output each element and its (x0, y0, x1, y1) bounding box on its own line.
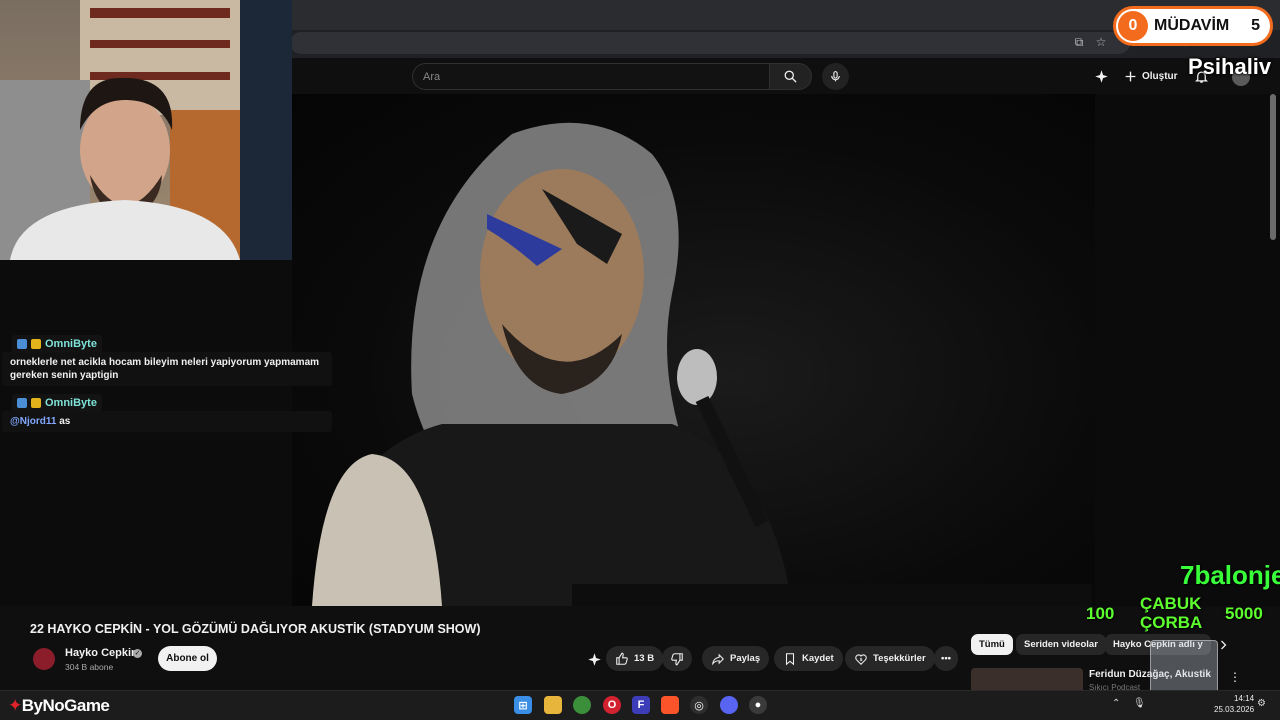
bookmark-star-icon[interactable]: ☆ (1094, 35, 1108, 49)
discord-icon[interactable] (720, 696, 738, 714)
chat-username-chip: OmniByte (12, 394, 102, 412)
save-label: Kaydet (802, 653, 834, 664)
search-button[interactable] (769, 63, 812, 90)
overlay-corba: ÇORBA (1140, 613, 1203, 632)
like-count: 13 B (634, 653, 655, 664)
chat-message: orneklerle net acikla hocam bileyim nele… (2, 352, 332, 386)
mudavim-counter-widget: 0 MÜDAVİM 5 (1113, 6, 1273, 46)
channel-avatar[interactable] (33, 648, 55, 670)
thumbs-up-icon (616, 652, 628, 665)
video-title: 22 HAYKO CEPKİN - YOL GÖZÜMÜ DAĞLIYOR AK… (30, 622, 481, 636)
chat-badge-icon (17, 339, 27, 349)
recommended-video-thumbnail[interactable] (971, 668, 1083, 690)
chat-message-text: as (56, 416, 71, 427)
save-button[interactable]: Kaydet (774, 646, 843, 671)
bynogame-logo: ✦ByNoGame (8, 696, 110, 715)
ai-sparkle-icon[interactable] (585, 650, 603, 668)
thanks-label: Teşekkürler (873, 653, 926, 664)
subscriber-count: 304 B abone (65, 662, 114, 672)
chat-message-text: orneklerle net acikla hocam bileyim nele… (10, 357, 320, 381)
chat-username: OmniByte (45, 338, 97, 350)
more-horizontal-icon: ••• (941, 653, 951, 664)
thumbs-down-icon (671, 652, 683, 665)
scrollbar-thumb[interactable] (1270, 94, 1276, 240)
windows-start-icon[interactable]: ⊞ (514, 696, 532, 714)
file-explorer-icon[interactable] (544, 696, 562, 714)
chat-username: OmniByte (45, 397, 97, 409)
filter-chip-series[interactable]: Seriden videolar (1016, 634, 1106, 655)
taskbar-clock[interactable]: 14:14 25.03.2026 (1214, 693, 1254, 715)
mudavim-label: MÜDAVİM (1154, 17, 1230, 34)
chat-mention: @Njord11 (10, 416, 57, 427)
voice-search-button[interactable] (822, 63, 849, 90)
create-button[interactable]: Oluştur (1118, 63, 1184, 90)
mudavim-left-count: 0 (1118, 11, 1148, 41)
more-actions-button[interactable]: ••• (934, 646, 958, 671)
notification-icon[interactable]: ⚙ (1257, 698, 1266, 709)
opera-icon[interactable]: O (603, 696, 621, 714)
chatgpt-icon[interactable]: ◎ (690, 696, 708, 714)
microphone-icon (831, 71, 840, 82)
chat-badge-icon (17, 398, 27, 408)
secondary-panel (1095, 94, 1280, 606)
chrome-icon[interactable] (573, 696, 591, 714)
overlay-number-left: 100 (1086, 604, 1115, 623)
webcam-streamer (0, 0, 292, 260)
chat-badge-icon (31, 339, 41, 349)
video-player[interactable] (292, 94, 1095, 606)
screen: ⧉ ☆ ✎ ⊕ ≡ Ara Oluştur (0, 0, 1280, 720)
mudavim-right-count: 5 (1251, 17, 1260, 34)
search-icon (784, 70, 797, 83)
overlay-balloon-text: 7balonje (1180, 560, 1280, 590)
verified-check-icon: ✓ (133, 649, 142, 658)
webcam-feed (0, 0, 292, 260)
like-button[interactable]: 13 B (606, 646, 664, 671)
app-icon[interactable]: F (632, 696, 650, 714)
chat-message: @Njord11 as (2, 411, 332, 432)
video-frame-performer (312, 122, 1092, 606)
tray-chevron-icon[interactable]: ⌃ (1112, 698, 1120, 709)
video-left-region (0, 260, 292, 606)
overlay-number-right: 5000 (1225, 604, 1263, 623)
bookmark-icon (785, 652, 795, 665)
channel-name[interactable]: Hayko Cepkin (65, 647, 138, 659)
clock-date: 25.03.2026 (1214, 705, 1255, 714)
subscribe-button[interactable]: Abone ol (158, 646, 217, 671)
filter-chip-all[interactable]: Tümü (971, 634, 1013, 655)
tray-mic-icon[interactable]: 🎙 (1133, 698, 1146, 709)
overlay-cabuk: ÇABUK (1140, 594, 1202, 613)
more-vertical-icon[interactable]: ⋮ (1226, 668, 1244, 686)
overlay-username: Psihaliv (1188, 54, 1272, 79)
browser-address-bar[interactable] (290, 32, 1130, 54)
share-icon (712, 653, 724, 665)
brave-icon[interactable] (661, 696, 679, 714)
search-input[interactable]: Ara (412, 63, 770, 90)
svg-text:$: $ (860, 656, 863, 661)
plus-icon (1125, 71, 1136, 82)
chat-username-chip: OmniByte (12, 335, 102, 353)
chat-badge-icon (31, 398, 41, 408)
install-app-icon[interactable]: ⧉ (1072, 35, 1086, 49)
super-thanks-icon: $ (855, 653, 867, 665)
share-button[interactable]: Paylaş (702, 646, 770, 671)
thanks-button[interactable]: $ Teşekkürler (845, 646, 935, 671)
create-label: Oluştur (1142, 71, 1178, 82)
clock-time: 14:14 (1234, 694, 1255, 703)
dislike-button[interactable] (662, 646, 692, 671)
share-label: Paylaş (730, 653, 761, 664)
obs-icon[interactable]: ● (749, 696, 767, 714)
ai-sparkle-icon[interactable] (1092, 67, 1110, 85)
